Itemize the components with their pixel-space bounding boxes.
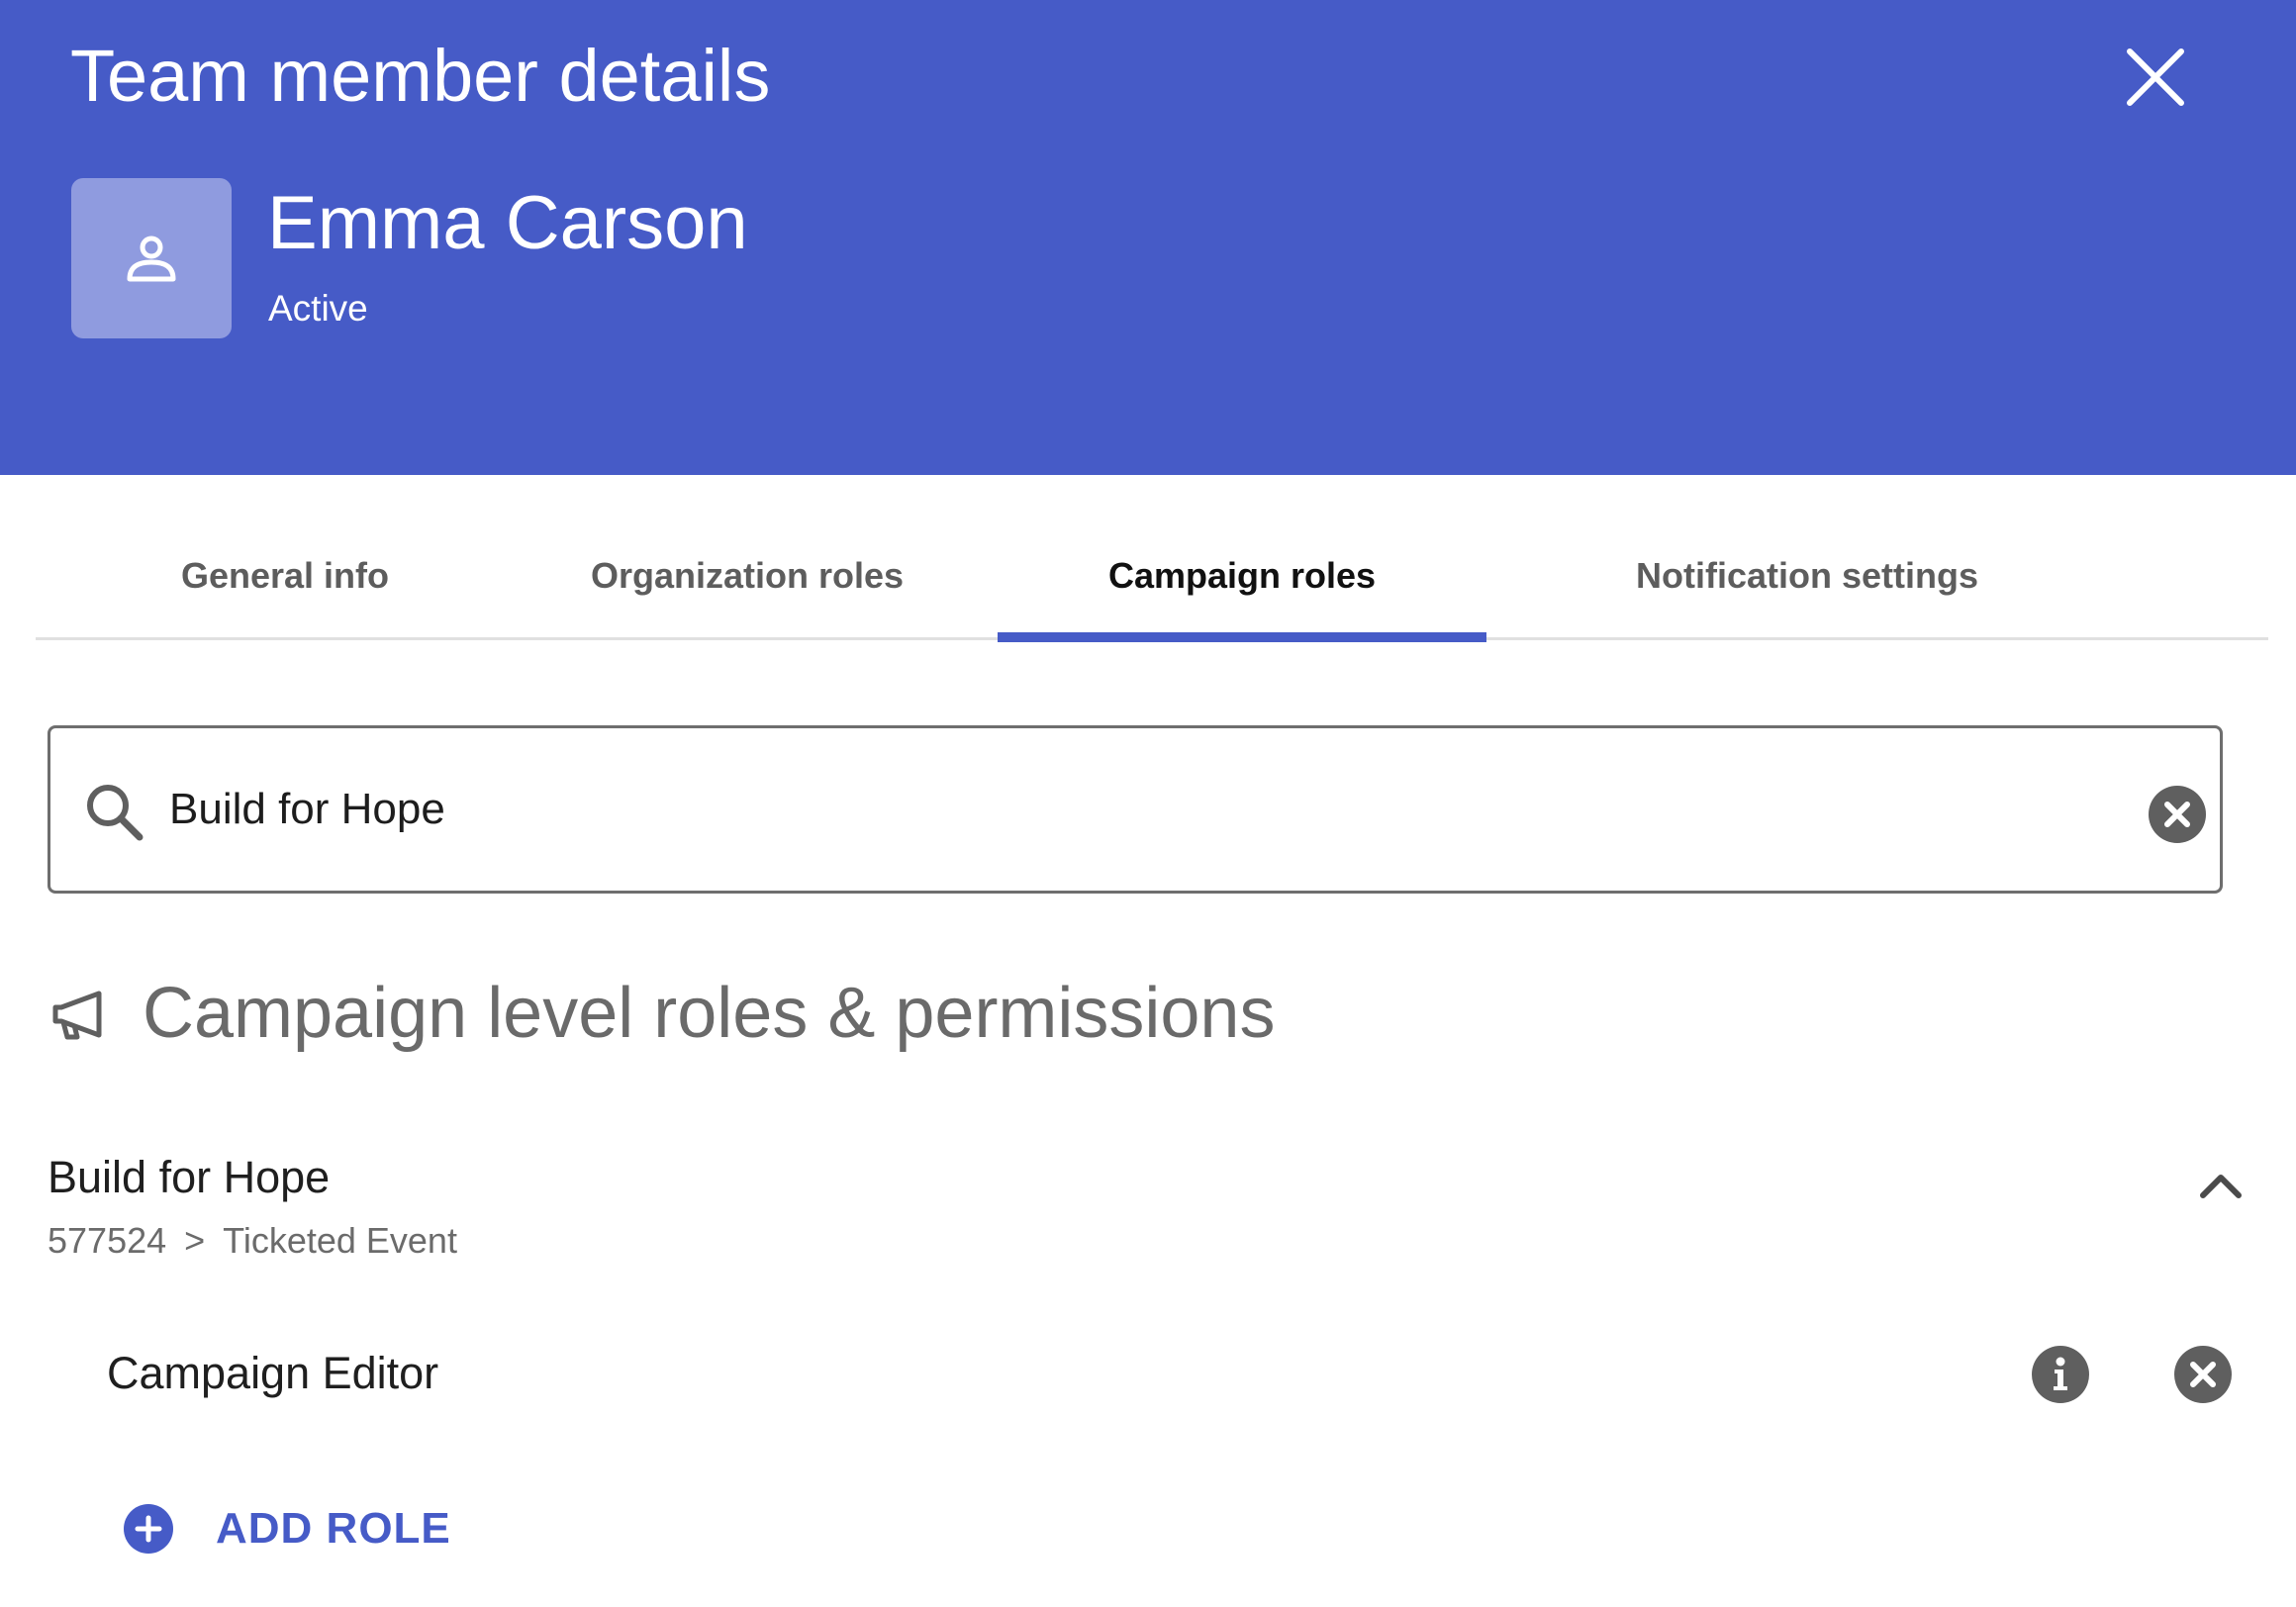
section-title: Campaign level roles & permissions <box>143 974 1276 1053</box>
close-button[interactable] <box>2120 42 2191 113</box>
campaign-breadcrumb: 577524 > Ticketed Event <box>48 1215 457 1267</box>
person-icon <box>127 236 176 282</box>
breadcrumb-separator: > <box>184 1220 206 1261</box>
campaign-id: 577524 <box>48 1220 167 1261</box>
megaphone-icon <box>52 991 102 1040</box>
campaign-name: Build for Hope <box>48 1152 331 1202</box>
search-icon <box>87 785 144 841</box>
tab-bar: General info Organization roles Campaign… <box>36 515 2268 642</box>
add-role-button[interactable]: ADD ROLE <box>123 1496 451 1561</box>
tab-organization-roles[interactable]: Organization roles <box>534 515 960 637</box>
team-member-details-panel: Team member details Emma Carson Active G… <box>0 0 2296 1607</box>
collapse-campaign-button[interactable] <box>2191 1156 2250 1215</box>
tab-notification-settings[interactable]: Notification settings <box>1550 515 2064 637</box>
tab-campaign-roles[interactable]: Campaign roles <box>998 515 1486 642</box>
header: Team member details Emma Carson Active <box>0 0 2296 475</box>
panel-title: Team member details <box>70 35 771 117</box>
info-icon <box>2032 1346 2089 1403</box>
campaign-search <box>48 725 2223 894</box>
add-role-label: ADD ROLE <box>216 1504 451 1553</box>
remove-role-button[interactable] <box>2172 1344 2234 1405</box>
plus-circle-icon <box>124 1504 173 1554</box>
clear-search-button[interactable] <box>2147 784 2208 845</box>
member-status: Active <box>268 288 368 329</box>
tab-general-info[interactable]: General info <box>107 515 463 637</box>
member-name: Emma Carson <box>267 181 748 265</box>
campaign-type: Ticketed Event <box>223 1220 457 1261</box>
search-input[interactable] <box>169 764 2050 855</box>
close-icon <box>2127 48 2184 106</box>
clear-icon <box>2149 786 2206 843</box>
remove-icon <box>2174 1346 2232 1403</box>
avatar <box>71 178 232 338</box>
chevron-up-icon <box>2200 1175 2242 1198</box>
role-info-button[interactable] <box>2030 1344 2091 1405</box>
role-name: Campaign Editor <box>107 1348 439 1398</box>
